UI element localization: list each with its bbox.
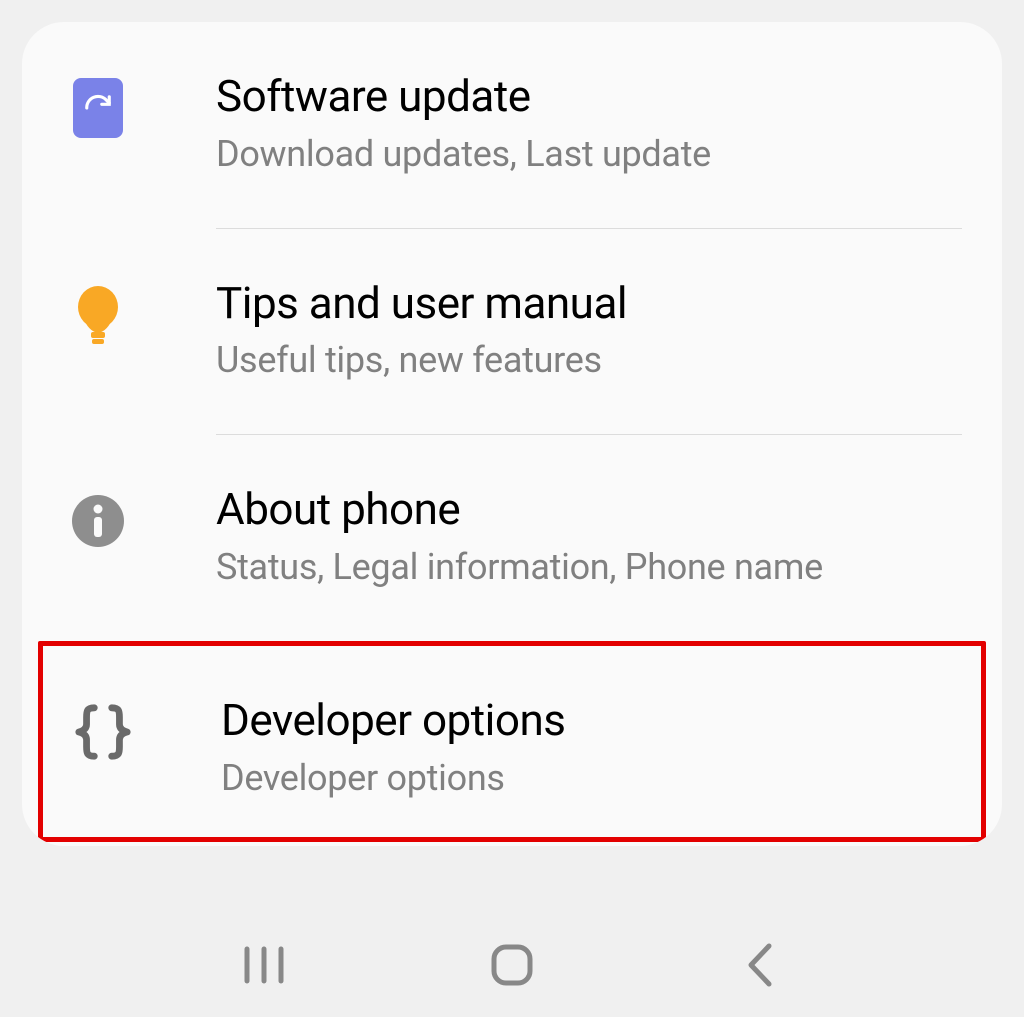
software-update-icon: [68, 78, 128, 138]
settings-item-subtitle: Useful tips, new features: [216, 337, 972, 384]
settings-list: Software update Download updates, Last u…: [22, 22, 1002, 842]
lightbulb-icon: [68, 285, 128, 345]
settings-item-title: Software update: [216, 70, 972, 123]
settings-item-text: About phone Status, Legal information, P…: [216, 483, 972, 591]
settings-item-text: Tips and user manual Useful tips, new fe…: [216, 277, 972, 385]
settings-item-title: Developer options: [221, 694, 967, 747]
home-button[interactable]: [482, 935, 542, 995]
settings-item-subtitle: Download updates, Last update: [216, 131, 972, 178]
settings-item-title: Tips and user manual: [216, 277, 972, 330]
recents-button[interactable]: [234, 935, 294, 995]
settings-item-subtitle: Status, Legal information, Phone name: [216, 544, 972, 591]
info-icon: [68, 491, 128, 551]
settings-item-about-phone[interactable]: About phone Status, Legal information, P…: [22, 435, 1002, 641]
settings-item-title: About phone: [216, 483, 972, 536]
braces-icon: [73, 702, 133, 762]
settings-item-software-update[interactable]: Software update Download updates, Last u…: [22, 22, 1002, 228]
settings-item-tips[interactable]: Tips and user manual Useful tips, new fe…: [22, 229, 1002, 435]
navigation-bar: [0, 912, 1024, 1017]
settings-card: Software update Download updates, Last u…: [22, 22, 1002, 846]
back-button[interactable]: [730, 935, 790, 995]
settings-item-text: Developer options Developer options: [221, 694, 967, 802]
settings-item-text: Software update Download updates, Last u…: [216, 70, 972, 178]
settings-item-subtitle: Developer options: [221, 755, 967, 802]
settings-item-developer-options[interactable]: Developer options Developer options: [38, 641, 986, 843]
